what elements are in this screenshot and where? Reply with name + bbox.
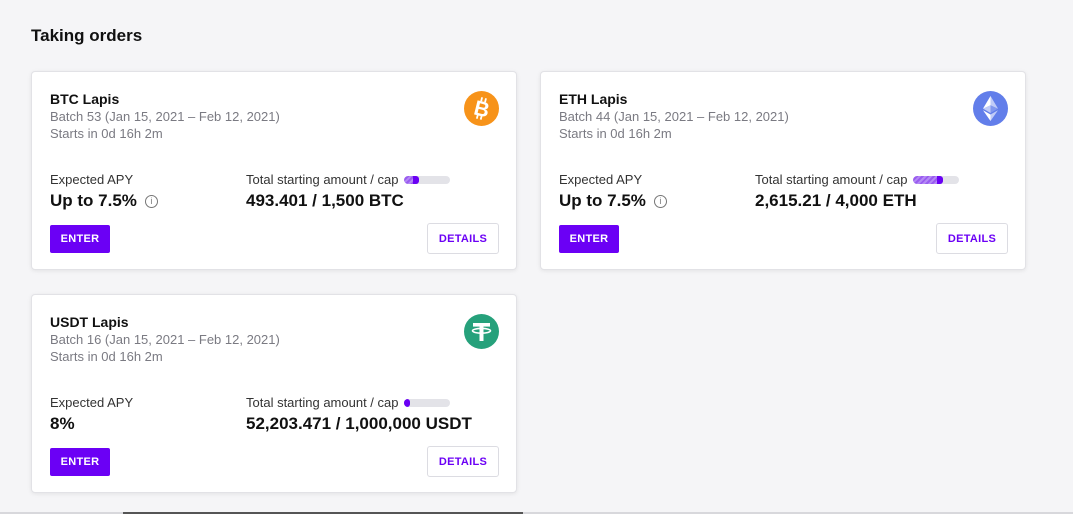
apy-label: Expected APY [50, 172, 134, 187]
details-button[interactable]: DETAILS [427, 223, 499, 254]
apy-value-text: Up to 7.5% [559, 191, 646, 210]
apy-value: 8% [50, 414, 75, 434]
cap-progress-bar [913, 175, 960, 184]
card-title: ETH Lapis [559, 91, 628, 107]
card-batch: Batch 53 (Jan 15, 2021 – Feb 12, 2021) [50, 109, 280, 124]
cap-value: 493.401 / 1,500 BTC [246, 191, 404, 210]
cap-progress-bar [404, 398, 451, 407]
cap-progress-fill [404, 398, 411, 407]
apy-label: Expected APY [50, 395, 134, 410]
apy-value-text: Up to 7.5% [50, 191, 137, 210]
cap-progress-bar [404, 175, 451, 184]
cap-label: Total starting amount / cap [755, 172, 960, 187]
cap-label-text: Total starting amount / cap [246, 395, 399, 410]
apy-value: Up to 7.5% i [559, 191, 667, 211]
cap-label-text: Total starting amount / cap [755, 172, 908, 187]
enter-button[interactable]: ENTER [50, 225, 110, 253]
eth-lapis-card: ETH Lapis Batch 44 (Jan 15, 2021 – Feb 1… [540, 71, 1026, 270]
card-title: BTC Lapis [50, 91, 120, 107]
card-start-time: Starts in 0d 16h 2m [559, 126, 672, 141]
cap-value: 52,203.471 / 1,000,000 USDT [246, 414, 472, 433]
usdt-lapis-card: USDT Lapis Batch 16 (Jan 15, 2021 – Feb … [31, 294, 517, 493]
apy-label: Expected APY [559, 172, 643, 187]
enter-button[interactable]: ENTER [559, 225, 619, 253]
section-title: Taking orders [31, 26, 143, 45]
cap-label: Total starting amount / cap [246, 172, 451, 187]
cap-label: Total starting amount / cap [246, 395, 451, 410]
info-icon[interactable]: i [653, 194, 667, 208]
apy-value: Up to 7.5% i [50, 191, 158, 211]
card-batch: Batch 16 (Jan 15, 2021 – Feb 12, 2021) [50, 332, 280, 347]
cap-progress-fill [404, 175, 420, 184]
card-start-time: Starts in 0d 16h 2m [50, 126, 163, 141]
enter-button[interactable]: ENTER [50, 448, 110, 476]
card-start-time: Starts in 0d 16h 2m [50, 349, 163, 364]
tether-icon [464, 314, 499, 349]
apy-value-text: 8% [50, 414, 75, 433]
details-button[interactable]: DETAILS [427, 446, 499, 477]
cap-progress-fill [913, 175, 944, 184]
details-button[interactable]: DETAILS [936, 223, 1008, 254]
bitcoin-icon: B [464, 91, 499, 126]
cap-label-text: Total starting amount / cap [246, 172, 399, 187]
btc-lapis-card: BTC Lapis Batch 53 (Jan 15, 2021 – Feb 1… [31, 71, 517, 270]
info-icon[interactable]: i [144, 194, 158, 208]
ethereum-icon [973, 91, 1008, 126]
cap-value: 2,615.21 / 4,000 ETH [755, 191, 917, 210]
card-batch: Batch 44 (Jan 15, 2021 – Feb 12, 2021) [559, 109, 789, 124]
card-title: USDT Lapis [50, 314, 129, 330]
